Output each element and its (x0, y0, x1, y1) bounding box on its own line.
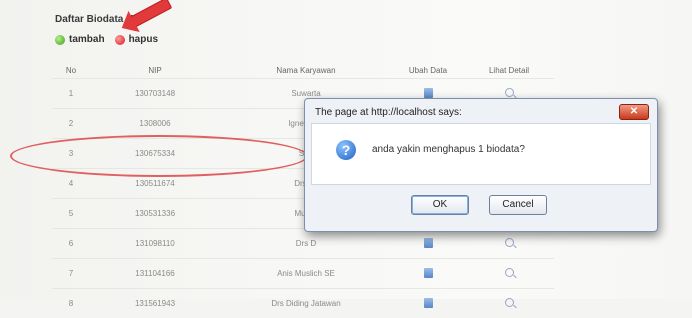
column-header-nip: NIP (90, 62, 220, 79)
cell-ubah (392, 259, 464, 289)
magnifier-icon[interactable] (505, 298, 514, 307)
cell-ubah (392, 229, 464, 259)
dialog-message: anda yakin menghapus 1 biodata? (372, 144, 525, 155)
cell-nip: 131561943 (90, 289, 220, 318)
cell-nip: 130531336 (90, 199, 220, 229)
delete-button[interactable]: hapus (115, 34, 158, 45)
add-icon (55, 35, 65, 45)
column-header-no: No (52, 62, 90, 79)
edit-icon[interactable] (424, 88, 433, 98)
cell-no: 5 (52, 199, 90, 229)
dialog-title: The page at http://localhost says: (315, 107, 462, 118)
annotation-ellipse (10, 135, 308, 177)
edit-icon[interactable] (424, 268, 433, 278)
delete-button-label: hapus (129, 34, 158, 45)
column-header-lihat: Lihat Detail (464, 62, 554, 79)
column-header-ubah: Ubah Data (392, 62, 464, 79)
table-header-row: No NIP Nama Karyawan Ubah Data Lihat Det… (52, 62, 554, 79)
cell-nama: Anis Muslich SE (220, 259, 392, 289)
edit-icon[interactable] (424, 238, 433, 248)
table-row: 7 131104166 Anis Muslich SE (52, 259, 554, 289)
magnifier-icon[interactable] (505, 238, 514, 247)
cell-ubah (392, 289, 464, 318)
magnifier-icon[interactable] (505, 88, 514, 97)
cell-nip: 131098110 (90, 229, 220, 259)
delete-icon (115, 35, 125, 45)
add-button[interactable]: tambah (55, 34, 105, 45)
cell-nip: 131104166 (90, 259, 220, 289)
table-row: 8 131561943 Drs Diding Jatawan (52, 289, 554, 318)
cell-lihat (464, 259, 554, 289)
column-header-nama: Nama Karyawan (220, 62, 392, 79)
cell-no: 6 (52, 229, 90, 259)
cell-nip: 1308006 (90, 109, 220, 139)
add-button-label: tambah (69, 34, 105, 45)
cell-nip: 130703148 (90, 79, 220, 109)
toolbar: tambah hapus (55, 34, 158, 45)
ok-button[interactable]: OK (411, 195, 469, 215)
question-icon: ? (336, 140, 356, 160)
magnifier-icon[interactable] (505, 268, 514, 277)
cell-lihat (464, 229, 554, 259)
confirm-dialog: The page at http://localhost says: ✕ ? a… (304, 98, 658, 232)
cell-no: 1 (52, 79, 90, 109)
cell-nama: Drs Diding Jatawan (220, 289, 392, 318)
dialog-body: ? anda yakin menghapus 1 biodata? (311, 123, 651, 185)
cell-nama: Drs D (220, 229, 392, 259)
cell-no: 7 (52, 259, 90, 289)
table-row: 6 131098110 Drs D (52, 229, 554, 259)
cell-lihat (464, 289, 554, 318)
cell-no: 2 (52, 109, 90, 139)
cancel-button[interactable]: Cancel (489, 195, 547, 215)
edit-icon[interactable] (424, 298, 433, 308)
close-button[interactable]: ✕ (619, 104, 649, 120)
cell-no: 8 (52, 289, 90, 318)
close-icon: ✕ (630, 106, 638, 117)
